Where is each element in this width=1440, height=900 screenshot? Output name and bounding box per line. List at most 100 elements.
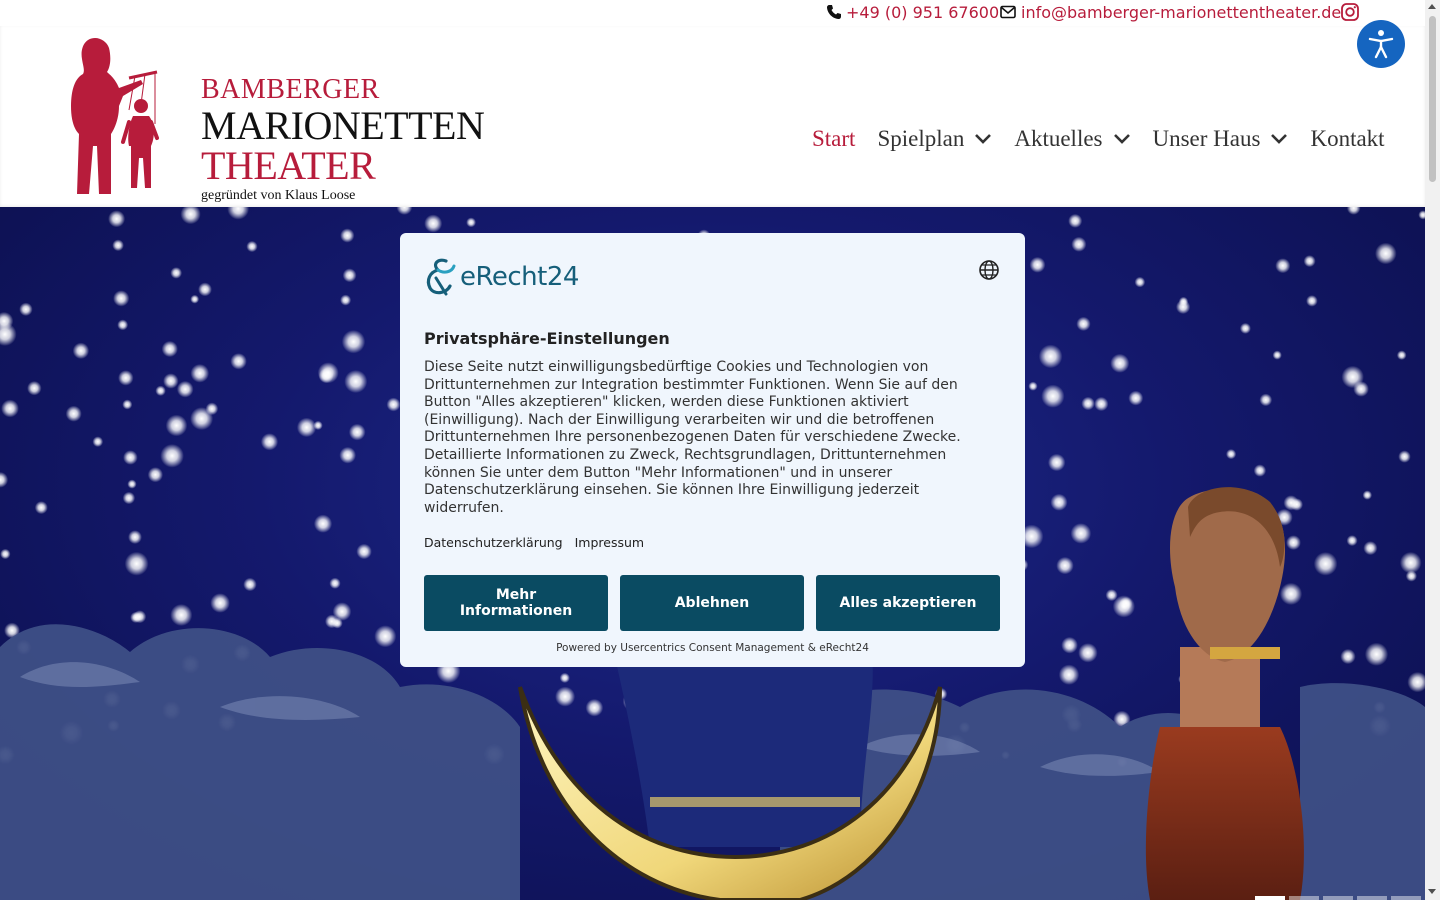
nav-item-start[interactable]: Start [812,126,855,152]
slider-dot[interactable] [1357,896,1387,900]
chevron-down-icon [1113,134,1130,144]
imprint-link[interactable]: Impressum [575,535,644,550]
star [34,501,48,515]
slider-dot[interactable] [1323,896,1353,900]
star [340,294,352,306]
star [1375,242,1397,265]
star [1399,551,1422,574]
star [243,577,257,592]
scrollbar-thumb[interactable] [1429,16,1436,182]
consent-buttons: Mehr Informationen Ablehnen Alles akzept… [424,575,1000,631]
star [396,207,413,215]
star [1279,582,1303,605]
email-link[interactable]: info@bamberger-marionettentheater.de [1000,2,1341,22]
star [1275,258,1291,274]
contact-bar: +49 (0) 951 67600 info@bamberger-marione… [0,0,1425,26]
star [161,340,178,358]
star [342,268,357,283]
star [1313,552,1338,576]
scroll-up-arrow-icon[interactable] [1428,4,1436,9]
star [329,577,341,589]
star [1407,671,1425,693]
envelope-icon [1000,5,1016,19]
star [1306,295,1318,307]
star [1418,210,1425,220]
star [155,385,166,396]
powered-by-note: Powered by Usercentrics Consent Manageme… [556,642,869,654]
slider-dot[interactable] [1289,896,1319,900]
slider-dot[interactable] [1255,896,1285,900]
star [555,686,576,707]
nav-item-unser-haus[interactable]: Unser Haus [1153,126,1289,152]
star [1094,396,1109,412]
star [190,364,210,383]
star [1134,276,1146,288]
phone-icon [827,5,841,19]
star [318,368,334,384]
nav-item-spielplan[interactable]: Spielplan [877,126,992,152]
cookie-consent-dialog: eRecht24 Privatsphäre-Einstellungen Dies… [400,233,1025,667]
nav-item-label: Spielplan [877,126,965,151]
star [112,239,124,252]
star [1070,523,1092,544]
slider-dot[interactable] [1391,896,1421,900]
language-globe-icon[interactable] [978,259,1000,281]
star [340,228,355,243]
accessibility-button[interactable] [1357,20,1405,68]
star [210,593,230,613]
nav-item-kontakt[interactable]: Kontakt [1310,126,1384,152]
star [108,210,126,228]
star [1076,316,1091,331]
nav-item-aktuelles[interactable]: Aktuelles [1014,126,1130,152]
page-scrollbar[interactable] [1425,0,1440,900]
star [1363,541,1378,556]
logo-text-theater: THEATER [201,143,376,188]
star [1346,207,1361,215]
accept-all-button[interactable]: Alles akzeptieren [816,575,1000,631]
star [1239,322,1251,334]
star [0,548,11,560]
site-logo[interactable]: BAMBERGER MARIONETTEN THEATER gegründet … [65,34,485,203]
nav-item-label: Unser Haus [1152,126,1261,151]
accessibility-person-icon [1368,30,1394,59]
star [1,399,19,418]
star [1110,353,1130,373]
scroll-down-arrow-icon[interactable] [1428,889,1436,894]
phone-link[interactable]: +49 (0) 951 67600 [826,2,999,22]
star [339,446,357,464]
star [1048,453,1066,472]
star [1226,449,1237,460]
star [128,530,142,544]
star [227,207,250,220]
erecht24-brand-text: eRecht24 [460,262,579,292]
star [205,402,219,416]
more-information-button[interactable]: Mehr Informationen [424,575,608,631]
main-navigation: Start Spielplan Aktuelles Unser Haus Kon… [812,124,1407,154]
decline-button[interactable]: Ablehnen [620,575,804,631]
star [92,436,104,447]
marionette-figure [1145,487,1304,900]
star [344,370,368,393]
star [122,491,136,505]
star [180,207,201,225]
star [1253,464,1267,477]
instagram-icon[interactable] [1340,2,1360,22]
consent-links: Datenschutzerklärung Impressum [424,535,644,550]
star [190,294,200,304]
star [1341,365,1364,389]
star [313,420,323,430]
erecht24-logo: eRecht24 [424,257,579,297]
erecht24-symbol-icon [426,258,456,296]
star [122,399,133,410]
star [165,414,188,437]
star [160,444,184,468]
privacy-policy-link[interactable]: Datenschutzerklärung [424,535,563,550]
star [246,240,258,253]
star [127,479,137,489]
star [27,381,42,396]
logo-tagline: gegründet von Klaus Loose [201,188,356,203]
site-header: BAMBERGER MARIONETTEN THEATER gegründet … [0,26,1425,207]
star [0,471,9,488]
star [163,373,179,389]
star [118,370,134,386]
